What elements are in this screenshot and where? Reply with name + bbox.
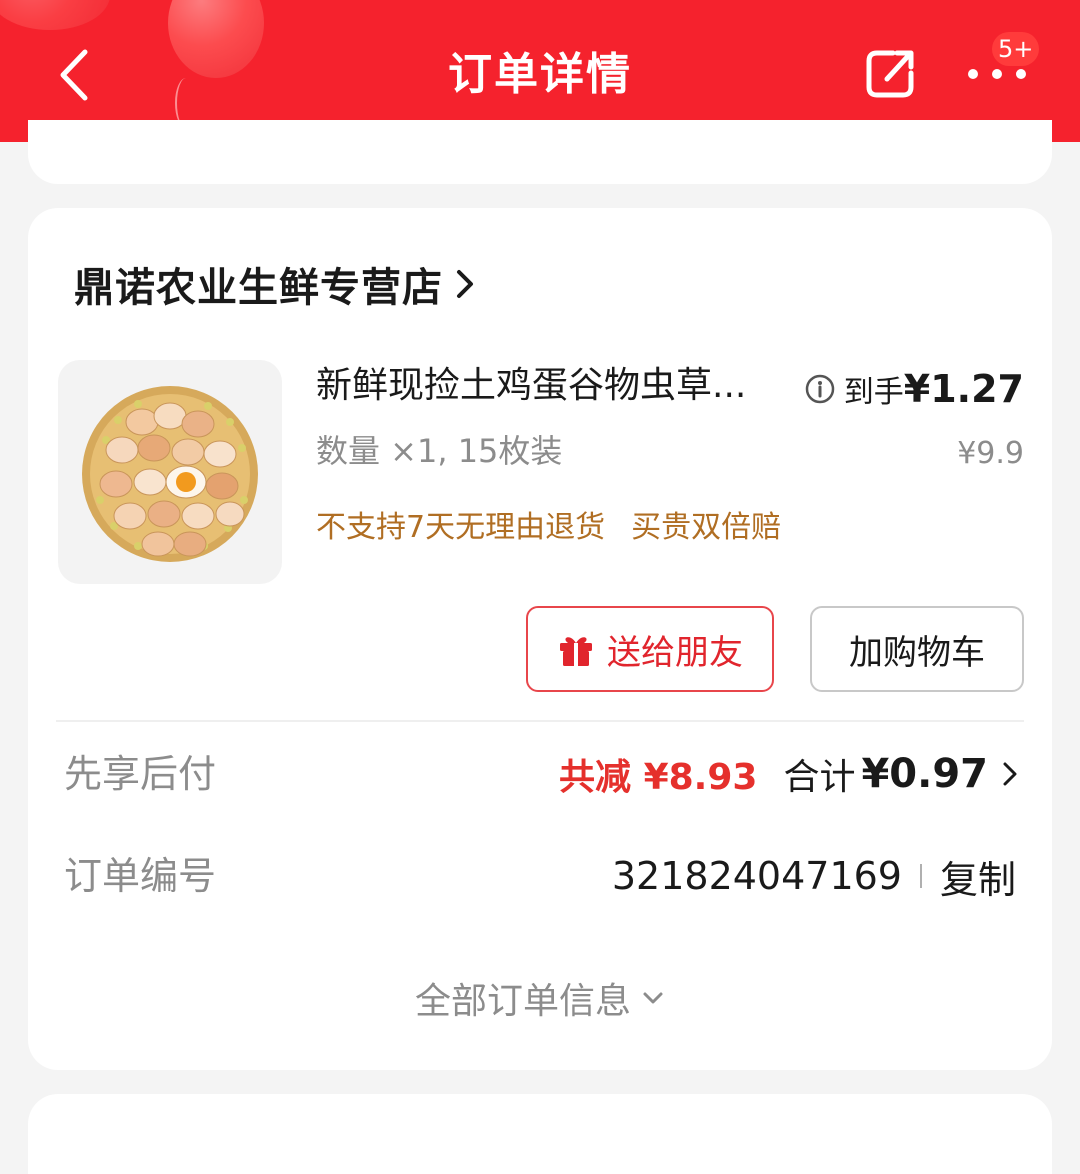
product-image[interactable] — [58, 360, 282, 584]
total-amount: ¥0.97 — [861, 751, 988, 797]
order-card: 鼎诺农业生鲜专营店 新鲜现捡土鸡蛋谷物虫草... 到手 ¥1.27 数量 ×1,… — [28, 208, 1052, 1070]
all-order-info-toggle[interactable]: 全部订单信息 — [28, 972, 1052, 1024]
separator — [919, 864, 922, 888]
final-price: 到手 ¥1.27 — [804, 364, 1024, 414]
order-number-row: 321824047169 复制 — [612, 850, 1016, 902]
copy-order-number-button[interactable]: 复制 — [940, 849, 1016, 904]
store-link[interactable]: 鼎诺农业生鲜专营店 — [74, 258, 475, 311]
add-to-cart-button[interactable]: 加购物车 — [810, 606, 1024, 692]
discount-amount: 共减 ¥8.93 — [559, 757, 758, 798]
share-icon — [866, 50, 914, 98]
product-spec: 数量 ×1, 15枚装 — [316, 432, 563, 470]
share-button[interactable] — [858, 42, 922, 106]
order-number-label: 订单编号 — [64, 854, 217, 898]
total-label: 合计 — [783, 757, 856, 798]
final-price-value: ¥1.27 — [903, 367, 1024, 411]
balloon-decoration — [0, 0, 110, 30]
final-price-label: 到手 — [843, 375, 904, 410]
chevron-left-icon — [60, 49, 88, 101]
more-dots-icon — [968, 69, 1026, 79]
service-tag: 买贵双倍赔 — [631, 510, 782, 545]
store-name: 鼎诺农业生鲜专营店 — [74, 265, 443, 311]
divider — [56, 720, 1024, 722]
info-icon[interactable] — [804, 373, 836, 405]
send-to-friend-label: 送给朋友 — [607, 632, 743, 673]
previous-section-card — [28, 120, 1052, 184]
page-title: 订单详情 — [448, 49, 632, 100]
payment-method-label: 先享后付 — [64, 752, 217, 796]
chevron-down-icon — [641, 990, 665, 1006]
balloon-decoration — [168, 0, 264, 78]
next-section-card — [28, 1094, 1052, 1174]
chevron-right-icon — [455, 267, 475, 301]
gift-icon — [560, 637, 592, 666]
original-price: ¥9.9 — [957, 436, 1024, 471]
chevron-right-icon — [1002, 760, 1018, 788]
product-title[interactable]: 新鲜现捡土鸡蛋谷物虫草... — [316, 358, 796, 414]
service-tag: 不支持7天无理由退货 — [316, 510, 606, 545]
send-to-friend-button[interactable]: 送给朋友 — [526, 606, 774, 692]
order-number: 321824047169 — [611, 854, 902, 898]
all-order-info-label: 全部订单信息 — [414, 981, 631, 1022]
service-tags: 不支持7天无理由退货 买贵双倍赔 — [316, 506, 781, 550]
notification-badge: 5+ — [992, 32, 1040, 66]
back-button[interactable] — [46, 40, 102, 110]
add-to-cart-label: 加购物车 — [849, 632, 985, 673]
payment-summary[interactable]: 共减 ¥8.93 合计 ¥0.97 — [559, 748, 1018, 800]
